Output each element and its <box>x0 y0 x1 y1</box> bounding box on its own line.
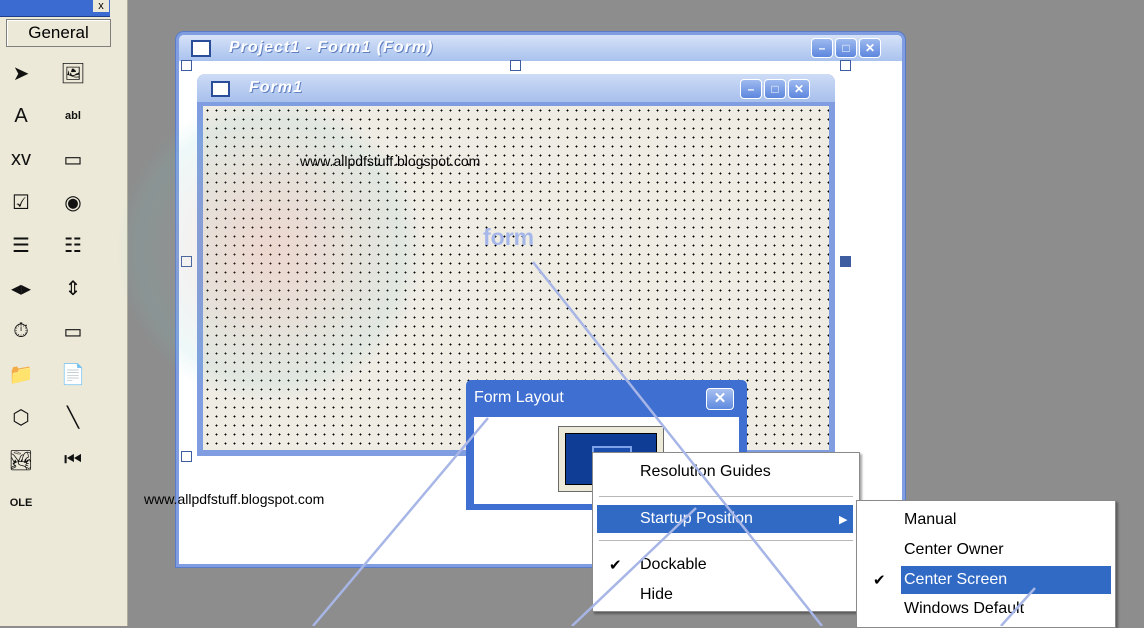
form-layout-context-menu: Resolution Guides Startup Position ▶ ✔ D… <box>592 452 860 612</box>
checkbox-icon[interactable]: ☑ <box>4 187 38 217</box>
label-icon[interactable]: A <box>4 101 38 131</box>
image-icon[interactable]: 🏞 <box>4 445 38 475</box>
submenu-arrow-icon: ▶ <box>839 514 848 526</box>
data-icon[interactable]: ⏮ <box>56 445 90 475</box>
menu-item-hide[interactable]: Hide <box>640 586 673 604</box>
menu-item-label: Center Screen <box>904 571 1008 588</box>
picturebox-icon[interactable]: 🖼 <box>56 58 90 88</box>
commandbutton-icon[interactable]: ▭ <box>56 144 90 174</box>
optionbutton-icon[interactable]: ◉ <box>56 187 90 217</box>
close-icon[interactable]: ✕ <box>788 79 810 99</box>
watermark-url: www.allpdfstuff.blogspot.com <box>300 153 481 169</box>
maximize-icon[interactable]: □ <box>764 79 786 99</box>
annotation-form-label: form <box>483 224 535 250</box>
close-icon[interactable]: ✕ <box>859 38 881 58</box>
watermark-url: www.allpdfstuff.blogspot.com <box>144 491 325 507</box>
resize-handle[interactable] <box>840 256 851 267</box>
filelistbox-icon[interactable]: 📄 <box>56 359 90 389</box>
startup-position-submenu: Manual Center Owner ✔ Center Screen Wind… <box>856 500 1116 628</box>
resize-handle[interactable] <box>510 60 521 71</box>
form-title-bar[interactable]: Form1 – □ ✕ <box>197 74 835 102</box>
window-icon <box>191 40 211 57</box>
form-title: Form1 <box>249 79 303 96</box>
toolbox-tab-general[interactable]: General <box>6 19 111 47</box>
menu-separator <box>599 496 853 497</box>
timer-icon[interactable]: ⏱ <box>4 316 38 346</box>
menu-item-label: Startup Position <box>640 510 753 527</box>
combobox-icon[interactable]: ☰ <box>4 230 38 260</box>
shape-icon[interactable]: ⬡ <box>4 402 38 432</box>
menu-item-resolution-guides[interactable]: Resolution Guides <box>640 463 771 481</box>
menu-item-startup-position[interactable]: Startup Position ▶ <box>597 505 853 533</box>
vscrollbar-icon[interactable]: ⇕ <box>56 273 90 303</box>
project-window-title-bar[interactable]: Project1 - Form1 (Form) – □ ✕ <box>179 35 902 61</box>
maximize-icon[interactable]: □ <box>835 38 857 58</box>
submenu-item-center-screen[interactable]: Center Screen <box>901 566 1111 594</box>
minimize-icon[interactable]: – <box>811 38 833 58</box>
menu-item-dockable[interactable]: Dockable <box>640 556 707 574</box>
toolbox-close-icon[interactable]: x <box>93 0 109 12</box>
checkmark-icon: ✔ <box>873 572 886 589</box>
submenu-item-center-owner[interactable]: Center Owner <box>904 541 1004 559</box>
form-layout-title: Form Layout <box>474 389 564 406</box>
minimize-icon[interactable]: – <box>740 79 762 99</box>
resize-handle[interactable] <box>181 451 192 462</box>
drivelistbox-icon[interactable]: ▭ <box>56 316 90 346</box>
pointer-icon[interactable]: ➤ <box>4 58 38 88</box>
menu-separator <box>599 540 853 541</box>
close-icon[interactable]: ✕ <box>706 388 734 410</box>
window-icon <box>211 81 230 97</box>
listbox-icon[interactable]: ☷ <box>56 230 90 260</box>
line-icon[interactable]: ╲ <box>56 402 90 432</box>
resize-handle[interactable] <box>840 60 851 71</box>
textbox-icon[interactable]: abl <box>56 101 90 131</box>
frame-icon[interactable]: xv <box>4 144 38 174</box>
checkmark-icon: ✔ <box>609 557 622 574</box>
resize-handle[interactable] <box>181 60 192 71</box>
dirlistbox-icon[interactable]: 📁 <box>4 359 38 389</box>
hscrollbar-icon[interactable]: ◂▸ <box>4 273 38 303</box>
project-window-title: Project1 - Form1 (Form) <box>229 39 434 56</box>
watermark-logo <box>110 100 430 400</box>
submenu-item-manual[interactable]: Manual <box>904 511 956 529</box>
toolbox: x General ➤ 🖼 Aabl xv ▭ ☑ ◉ ☰ ☷ ◂▸ ⇕ ⏱ ▭ 📁 📄 ⬡ ╲ 🏞 ⏮ OLE <box>0 0 128 626</box>
ole-icon[interactable]: OLE <box>4 488 38 518</box>
submenu-item-windows-default[interactable]: Windows Default <box>904 600 1024 618</box>
